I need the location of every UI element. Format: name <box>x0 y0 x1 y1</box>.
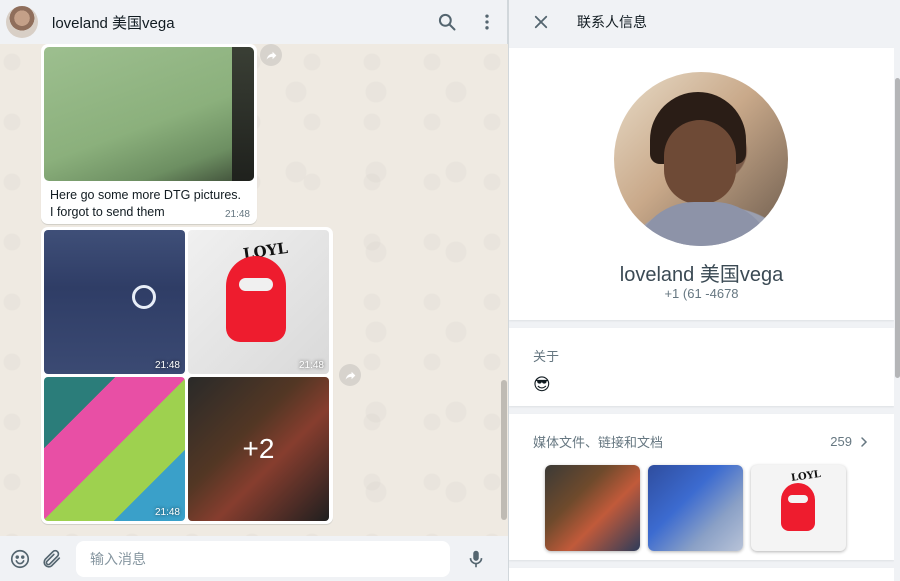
message-photo[interactable] <box>44 47 254 181</box>
chat-header[interactable]: loveland 美国vega <box>0 0 508 44</box>
profile-phone: +1 (61 -4678 <box>664 286 739 301</box>
message-caption: Here go some more DTG pictures. I forgot… <box>50 188 242 219</box>
media-thumbnails: LOYL <box>533 465 870 551</box>
compose-bar <box>0 536 508 581</box>
chat-title[interactable]: loveland 美国vega <box>52 12 427 33</box>
search-icon[interactable] <box>427 2 467 42</box>
profile-name: loveland 美国vega <box>619 264 784 286</box>
album-photo-miami-shirts[interactable]: 21:48 <box>44 377 185 521</box>
photo-time: 21:48 <box>154 360 180 371</box>
profile-card: loveland 美国vega +1 (61 -4678 <box>509 48 894 320</box>
microphone-icon[interactable] <box>460 539 492 579</box>
media-count-link[interactable]: 259 <box>830 434 870 449</box>
contact-scrollbar-track[interactable] <box>894 48 900 581</box>
chat-pane: loveland 美国vega Here go some more DTG pi… <box>0 0 508 581</box>
media-count: 259 <box>830 434 852 449</box>
media-section: 媒体文件、链接和文档 259 LOYL <box>509 414 894 560</box>
about-label: 关于 <box>533 349 560 364</box>
contact-avatar[interactable] <box>6 6 38 38</box>
photo-shirt <box>634 202 774 246</box>
message-time: 21:48 <box>224 209 250 220</box>
ski-mask-graphic <box>226 256 286 342</box>
chevron-right-icon <box>861 436 868 447</box>
next-section <box>509 568 894 581</box>
photo-time: 21:48 <box>154 507 180 518</box>
message-list[interactable]: Here go some more DTG pictures. I forgot… <box>0 44 508 536</box>
contact-info-pane: 联系人信息 loveland 美国vega +1 (61 -4678 关于 😎 … <box>508 0 900 581</box>
media-label[interactable]: 媒体文件、链接和文档 <box>533 432 663 451</box>
photo-face <box>664 120 736 204</box>
kebab-menu-icon[interactable] <box>467 2 507 42</box>
shirt-logo-icon <box>132 285 156 309</box>
photo-album[interactable]: 21:48 LOYL 21:48 21:48 +2 <box>41 227 333 524</box>
forward-icon[interactable] <box>260 44 282 66</box>
message-bubble[interactable]: Here go some more DTG pictures. I forgot… <box>41 44 257 224</box>
contact-scrollbar-thumb[interactable] <box>895 78 900 378</box>
media-thumbnail[interactable] <box>545 465 640 551</box>
album-photo-more[interactable]: +2 <box>188 377 329 521</box>
message-input[interactable] <box>76 540 450 577</box>
ski-mask-graphic <box>781 483 815 531</box>
album-photo-navy-shirt[interactable]: 21:48 <box>44 230 185 374</box>
close-icon[interactable] <box>529 10 553 34</box>
photo-time: 21:48 <box>298 360 324 371</box>
media-thumbnail[interactable] <box>648 465 743 551</box>
contact-info-header: 联系人信息 <box>509 0 900 44</box>
album-photo-loyl-print[interactable]: LOYL 21:48 <box>188 230 329 374</box>
about-section: 关于 😎 <box>509 328 894 406</box>
chat-scrollbar[interactable] <box>501 380 507 520</box>
about-status: 😎 <box>533 375 551 394</box>
paperclip-icon[interactable] <box>36 539 68 579</box>
media-header[interactable]: 媒体文件、链接和文档 259 <box>533 432 870 451</box>
contact-info-title: 联系人信息 <box>577 14 647 30</box>
profile-photo[interactable] <box>614 72 788 246</box>
forward-icon[interactable] <box>339 364 361 386</box>
more-photos-count[interactable]: +2 <box>188 377 329 521</box>
media-thumbnail[interactable]: LOYL <box>751 465 846 551</box>
emoji-icon[interactable] <box>4 539 36 579</box>
loyl-print-text: LOYL <box>790 468 822 485</box>
